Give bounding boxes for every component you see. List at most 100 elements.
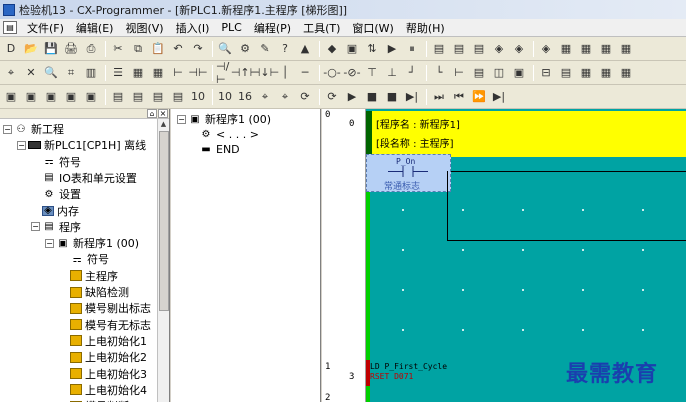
- toolbar-button-icon[interactable]: ⌗: [62, 64, 80, 82]
- toolbar-button-icon[interactable]: ▤: [557, 64, 575, 82]
- menu-program[interactable]: 编程(P): [248, 20, 297, 36]
- toolbar-button-icon[interactable]: ⊢: [450, 64, 468, 82]
- toolbar-button-icon[interactable]: ↶: [169, 40, 187, 58]
- toolbar-button-icon[interactable]: ⟳: [323, 88, 341, 106]
- toolbar-button-icon[interactable]: ↷: [189, 40, 207, 58]
- project-tree-item[interactable]: 上电初始化3: [59, 366, 147, 382]
- toolbar-button-icon[interactable]: ▦: [597, 40, 615, 58]
- menu-tools[interactable]: 工具(T): [297, 20, 346, 36]
- toolbar-button-icon[interactable]: ⌖: [256, 88, 274, 106]
- toolbar-button-icon[interactable]: ▦: [577, 64, 595, 82]
- toolbar-button-icon[interactable]: ▤: [129, 88, 147, 106]
- project-tree-item[interactable]: 上电初始化1: [59, 333, 147, 349]
- toolbar-button-icon[interactable]: -⊘-: [343, 64, 361, 82]
- toolbar-button-icon[interactable]: ▣: [510, 64, 528, 82]
- toolbar-button-icon[interactable]: ✕: [22, 64, 40, 82]
- toolbar-button-icon[interactable]: ▤: [109, 88, 127, 106]
- collapse-icon[interactable]: −: [3, 124, 12, 134]
- toolbar-button-icon[interactable]: D: [2, 40, 20, 58]
- toolbar-button-icon[interactable]: ⊢: [169, 64, 187, 82]
- project-tree-item[interactable]: − 新PLC1[CP1H] 离线: [17, 137, 146, 153]
- toolbar-button-icon[interactable]: │: [276, 64, 294, 82]
- toolbar-button-icon[interactable]: 📋: [149, 40, 167, 58]
- toolbar-button-icon[interactable]: -○-: [323, 64, 341, 82]
- toolbar-button-icon[interactable]: ?: [276, 40, 294, 58]
- toolbar-button-icon[interactable]: ◆: [323, 40, 341, 58]
- toolbar-button-icon[interactable]: └: [430, 64, 448, 82]
- toolbar-button-icon[interactable]: ▦: [617, 40, 635, 58]
- toolbar-button-icon[interactable]: ▦: [557, 40, 575, 58]
- project-tree-item[interactable]: ⚙ 设置: [31, 186, 81, 202]
- toolbar-button-icon[interactable]: ▣: [343, 40, 361, 58]
- collapse-icon[interactable]: −: [31, 222, 40, 232]
- project-tree-item[interactable]: − ▤ 程序: [31, 219, 81, 235]
- toolbar-button-icon[interactable]: ⊥: [383, 64, 401, 82]
- section-tree-item[interactable]: ▬ END: [199, 141, 239, 157]
- project-tree-item[interactable]: ▤ IO表和单元设置: [31, 170, 137, 186]
- project-tree-item[interactable]: ◈ 内存: [31, 203, 79, 219]
- collapse-icon[interactable]: −: [17, 140, 26, 150]
- toolbar-button-icon[interactable]: ▦: [597, 64, 615, 82]
- toolbar-button-icon[interactable]: ▣: [2, 88, 20, 106]
- toolbar-button-icon[interactable]: ☰: [109, 64, 127, 82]
- toolbar-button-icon[interactable]: ▦: [149, 64, 167, 82]
- project-tree-item[interactable]: 模号有无标志: [59, 317, 151, 333]
- project-tree-item[interactable]: 上电初始化4: [59, 382, 147, 398]
- toolbar-button-icon[interactable]: ▣: [42, 88, 60, 106]
- menu-file[interactable]: 文件(F): [21, 20, 70, 36]
- pin-icon[interactable]: ⌂: [147, 109, 157, 118]
- toolbar-button-icon[interactable]: ⊟: [537, 64, 555, 82]
- toolbar-button-icon[interactable]: ✎: [256, 40, 274, 58]
- toolbar-button-icon[interactable]: ⏮: [450, 88, 468, 106]
- toolbar-button-icon[interactable]: ▤: [149, 88, 167, 106]
- scroll-up-icon[interactable]: ▲: [158, 119, 169, 130]
- section-tree-item[interactable]: ⚙ < . . . >: [199, 126, 259, 142]
- project-tree-item[interactable]: 主程序: [59, 268, 118, 284]
- toolbar-button-icon[interactable]: ▥: [82, 64, 100, 82]
- toolbar-button-icon[interactable]: ─: [296, 64, 314, 82]
- project-tree-item[interactable]: 上电初始化2: [59, 349, 147, 365]
- toolbar-button-icon[interactable]: ⊣⊢: [188, 64, 207, 82]
- rung-comment[interactable]: [程序名 : 新程序1] [段名称 : 主程序]: [366, 111, 686, 157]
- toolbar-button-icon[interactable]: ▦: [577, 40, 595, 58]
- collapse-icon[interactable]: −: [177, 114, 186, 124]
- toolbar-button-icon[interactable]: ⏭: [430, 88, 448, 106]
- toolbar-button-icon[interactable]: 💾: [42, 40, 60, 58]
- menu-plc[interactable]: PLC: [215, 21, 247, 34]
- toolbar-button-icon[interactable]: 🔍: [42, 64, 60, 82]
- toolbar-button-icon[interactable]: ▶|: [490, 88, 508, 106]
- toolbar-button-icon[interactable]: ▤: [430, 40, 448, 58]
- toolbar-button-icon[interactable]: ▶|: [403, 88, 421, 106]
- toolbar-button-icon[interactable]: ■: [383, 88, 401, 106]
- menu-window[interactable]: 窗口(W): [346, 20, 399, 36]
- toolbar-button-icon[interactable]: ◈: [490, 40, 508, 58]
- toolbar-button-icon[interactable]: 16: [236, 88, 254, 106]
- project-tree-item[interactable]: − ⚇ 新工程: [3, 121, 64, 137]
- toolbar-button-icon[interactable]: ┘: [403, 64, 421, 82]
- toolbar-button-icon[interactable]: ▣: [62, 88, 80, 106]
- toolbar-button-icon[interactable]: 📂: [22, 40, 40, 58]
- menu-edit[interactable]: 编辑(E): [70, 20, 120, 36]
- close-icon[interactable]: ×: [158, 109, 168, 118]
- project-tree-item[interactable]: − ▣ 新程序1 (00): [45, 235, 139, 251]
- toolbar-button-icon[interactable]: ▦: [617, 64, 635, 82]
- toolbar-button-icon[interactable]: ▶: [383, 40, 401, 58]
- toolbar-button-icon[interactable]: 🔍: [216, 40, 234, 58]
- toolbar-button-icon[interactable]: ⏩: [470, 88, 488, 106]
- toolbar-button-icon[interactable]: ▤: [169, 88, 187, 106]
- scroll-thumb[interactable]: [159, 131, 169, 311]
- project-tree-item[interactable]: ⚎ 符号: [59, 251, 109, 267]
- section-tree-item[interactable]: − ▣ 新程序1 (00): [177, 111, 271, 127]
- menu-insert[interactable]: 插入(I): [170, 20, 216, 36]
- toolbar-button-icon[interactable]: ⌖: [2, 64, 20, 82]
- menu-view[interactable]: 视图(V): [119, 20, 169, 36]
- toolbar-button-icon[interactable]: ⌖: [276, 88, 294, 106]
- toolbar-button-icon[interactable]: ▣: [82, 88, 100, 106]
- toolbar-button-icon[interactable]: ◫: [490, 64, 508, 82]
- toolbar-button-icon[interactable]: 🖨: [62, 40, 80, 58]
- project-tree-item[interactable]: 模号判断: [59, 398, 129, 402]
- collapse-icon[interactable]: −: [45, 238, 54, 248]
- toolbar-button-icon[interactable]: 10: [189, 88, 207, 106]
- toolbar-button-icon[interactable]: ⊤: [363, 64, 381, 82]
- project-tree-item[interactable]: 模号剔出标志: [59, 300, 151, 316]
